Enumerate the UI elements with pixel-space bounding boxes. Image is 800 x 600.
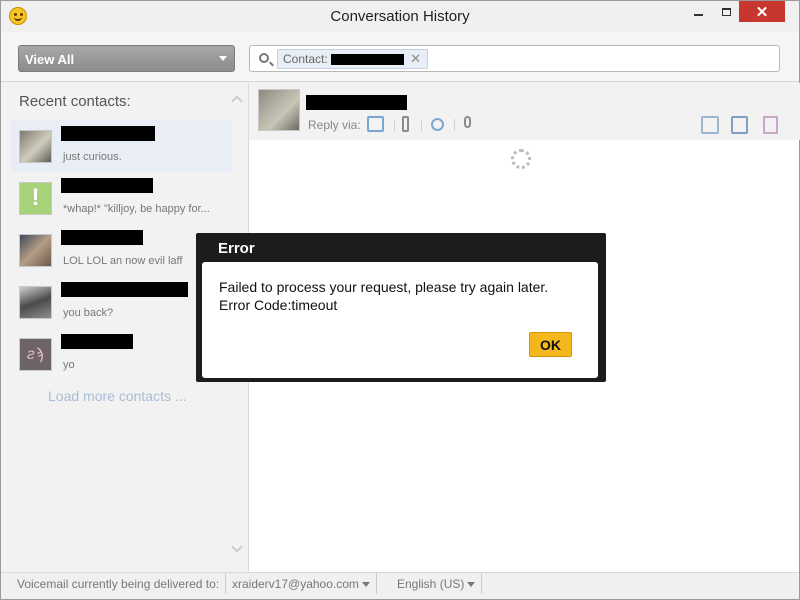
phone-icon[interactable] <box>402 116 409 132</box>
remove-token-icon[interactable]: ✕ <box>410 51 421 67</box>
error-dialog-body: Failed to process your request, please t… <box>202 262 598 378</box>
scroll-down-icon[interactable] <box>231 541 243 553</box>
minimize-button[interactable] <box>685 1 712 22</box>
redacted-contact-name <box>331 54 404 65</box>
conversation-header: Reply via: <box>249 83 800 140</box>
error-code: Error Code:timeout <box>219 297 338 313</box>
error-dialog-title: Error <box>218 240 255 257</box>
contact-item[interactable]: just curious. <box>11 120 232 172</box>
save-icon[interactable] <box>731 116 748 134</box>
exclamation-avatar-icon: ! <box>19 182 52 215</box>
redacted-contact-name <box>306 95 407 110</box>
contact-item[interactable]: ! *whap!* "killjoy, be happy for... <box>11 172 232 224</box>
divider <box>421 119 422 131</box>
redacted-contact-name <box>61 230 143 245</box>
load-more-contacts-link[interactable]: Load more contacts ... <box>48 388 187 404</box>
chat-icon[interactable] <box>367 116 384 132</box>
minimize-icon <box>694 13 703 16</box>
chevron-down-icon <box>361 582 370 588</box>
contact-snippet: just curious. <box>63 151 122 163</box>
close-icon: ✕ <box>755 3 769 21</box>
voicemail-email-dropdown[interactable]: xraiderv17@yahoo.com <box>225 573 377 594</box>
ok-button[interactable]: OK <box>529 332 572 357</box>
status-bar: Voicemail currently being delivered to: … <box>1 572 799 599</box>
maximize-icon <box>722 7 731 16</box>
print-icon[interactable] <box>701 116 719 134</box>
contact-snippet: you back? <box>63 307 114 319</box>
chevron-down-icon <box>467 582 476 588</box>
language-value: English (US) <box>397 577 465 591</box>
search-icon <box>259 53 269 63</box>
chevron-down-icon <box>219 56 227 61</box>
search-input[interactable]: Contact: ✕ <box>249 45 780 72</box>
voicemail-email: xraiderv17@yahoo.com <box>232 577 359 591</box>
redacted-contact-name <box>61 282 188 297</box>
maximize-button[interactable] <box>713 1 740 22</box>
contact-snippet: *whap!* "killjoy, be happy for... <box>63 203 210 215</box>
error-dialog: Error Failed to process your request, pl… <box>196 233 606 382</box>
redacted-contact-name <box>61 178 153 193</box>
redacted-contact-name <box>61 334 133 349</box>
webcam-icon[interactable] <box>431 118 444 131</box>
error-message: Failed to process your request, please t… <box>219 279 549 295</box>
avatar <box>19 130 52 163</box>
scroll-up-icon[interactable] <box>231 95 243 107</box>
contact-token-label: Contact: <box>283 52 328 66</box>
reply-via-label: Reply via: <box>308 118 361 132</box>
recent-contacts-heading: Recent contacts: <box>19 93 131 110</box>
divider <box>454 119 455 131</box>
conversation-history-window: Conversation History ✕ View All Contact:… <box>0 0 800 600</box>
avatar <box>19 286 52 319</box>
avatar <box>19 234 52 267</box>
close-button[interactable]: ✕ <box>739 1 785 22</box>
contact-filter-token[interactable]: Contact: ✕ <box>277 49 428 69</box>
drawing-avatar-icon: ƨϡ <box>19 338 52 371</box>
view-filter-value: View All <box>25 52 75 67</box>
redacted-contact-name <box>61 126 155 141</box>
contact-snippet: LOL LOL an now evil laff <box>63 255 183 267</box>
contact-snippet: yo <box>63 359 75 371</box>
voicemail-label: Voicemail currently being delivered to: <box>17 577 220 591</box>
loading-spinner-icon <box>511 149 531 169</box>
window-title: Conversation History <box>330 8 470 25</box>
title-bar: Conversation History ✕ <box>1 1 799 31</box>
language-dropdown[interactable]: English (US) <box>391 573 483 594</box>
delete-icon[interactable] <box>763 116 778 134</box>
divider <box>394 119 395 131</box>
toolbar: View All Contact: ✕ <box>1 32 799 82</box>
mic-icon[interactable] <box>464 116 471 128</box>
view-filter-dropdown[interactable]: View All <box>18 45 235 72</box>
avatar <box>258 89 300 131</box>
